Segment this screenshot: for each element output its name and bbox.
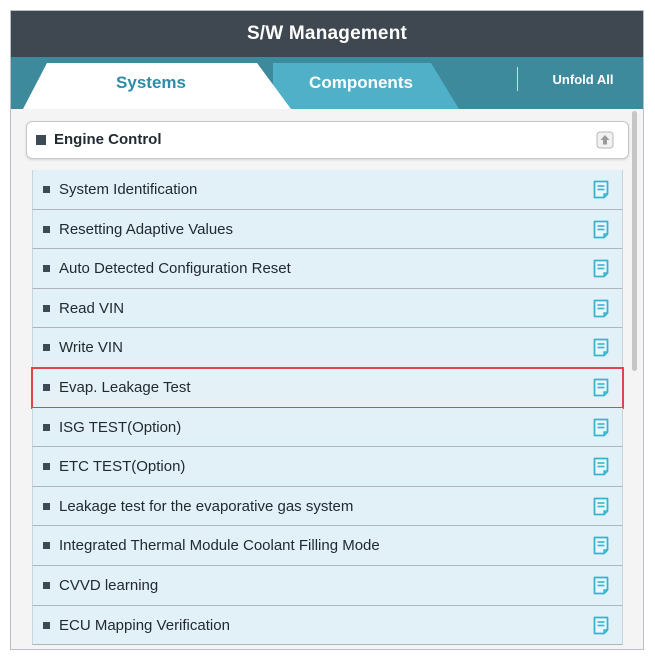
list-item[interactable]: ECU Mapping Verification (32, 605, 623, 646)
systems-panel: Engine Control System Identification Rese… (11, 109, 643, 649)
item-bullet (43, 383, 50, 391)
item-label: ISG TEST(Option) (59, 418, 182, 436)
list-item[interactable]: ISG TEST(Option) (32, 407, 623, 448)
list-item[interactable]: CVVD learning (32, 565, 623, 606)
document-icon[interactable] (593, 259, 609, 278)
item-bullet (43, 265, 50, 273)
item-label: Write VIN (59, 339, 123, 357)
item-bullet (43, 621, 50, 629)
item-bullet (43, 304, 50, 312)
item-bullet (43, 344, 50, 352)
item-bullet (43, 463, 50, 471)
list-item[interactable]: System Identification (32, 170, 623, 210)
title-bar: S/W Management (11, 11, 643, 57)
group-bullet (36, 135, 46, 145)
tab-systems[interactable]: Systems (71, 71, 231, 95)
document-icon[interactable] (593, 220, 609, 239)
item-label: Leakage test for the evaporative gas sys… (59, 497, 354, 515)
item-label: CVVD learning (59, 576, 159, 594)
item-label: Evap. Leakage Test (59, 378, 191, 396)
document-icon[interactable] (593, 299, 609, 318)
document-icon[interactable] (593, 497, 609, 516)
document-icon[interactable] (593, 536, 609, 555)
scrollbar[interactable] (632, 111, 637, 371)
document-icon[interactable] (593, 418, 609, 437)
sw-management-window: S/W Management Systems Components Unfold… (10, 10, 644, 650)
list-item[interactable]: Integrated Thermal Module Coolant Fillin… (32, 526, 623, 566)
document-icon[interactable] (593, 457, 609, 476)
list-item[interactable]: Leakage test for the evaporative gas sys… (32, 486, 623, 527)
document-icon[interactable] (593, 616, 609, 635)
list-item[interactable]: Write VIN (32, 328, 623, 368)
item-bullet (43, 542, 50, 550)
list-item[interactable]: Resetting Adaptive Values (32, 209, 623, 250)
group-header-engine-control[interactable]: Engine Control (26, 121, 629, 159)
item-bullet (43, 502, 50, 510)
unfold-all-button[interactable]: Unfold All (531, 69, 635, 91)
document-icon[interactable] (593, 576, 609, 595)
item-label: Integrated Thermal Module Coolant Fillin… (59, 537, 380, 555)
tab-components[interactable]: Components (281, 71, 441, 95)
collapse-up-icon[interactable] (596, 131, 614, 149)
tab-bar: Systems Components Unfold All (11, 57, 643, 109)
list-item[interactable]: Read VIN (32, 288, 623, 329)
list-item[interactable]: Evap. Leakage Test (31, 366, 624, 409)
document-icon[interactable] (593, 338, 609, 357)
item-label: Resetting Adaptive Values (59, 220, 234, 238)
document-icon[interactable] (593, 180, 609, 199)
item-label: ETC TEST(Option) (59, 458, 186, 476)
function-list: System Identification Resetting Adaptive … (31, 170, 624, 646)
item-bullet (43, 423, 50, 431)
tab-separator (517, 67, 518, 91)
list-item[interactable]: Auto Detected Configuration Reset (32, 249, 623, 289)
list-item[interactable]: ETC TEST(Option) (32, 447, 623, 487)
item-label: Read VIN (59, 299, 125, 317)
page-title: S/W Management (246, 23, 408, 44)
document-icon[interactable] (593, 378, 609, 397)
item-label: Auto Detected Configuration Reset (59, 260, 291, 278)
item-label: System Identification (59, 181, 198, 198)
item-bullet (43, 186, 50, 193)
group-title: Engine Control (54, 131, 162, 148)
item-bullet (43, 225, 50, 233)
item-label: ECU Mapping Verification (59, 616, 230, 634)
item-bullet (43, 581, 50, 589)
